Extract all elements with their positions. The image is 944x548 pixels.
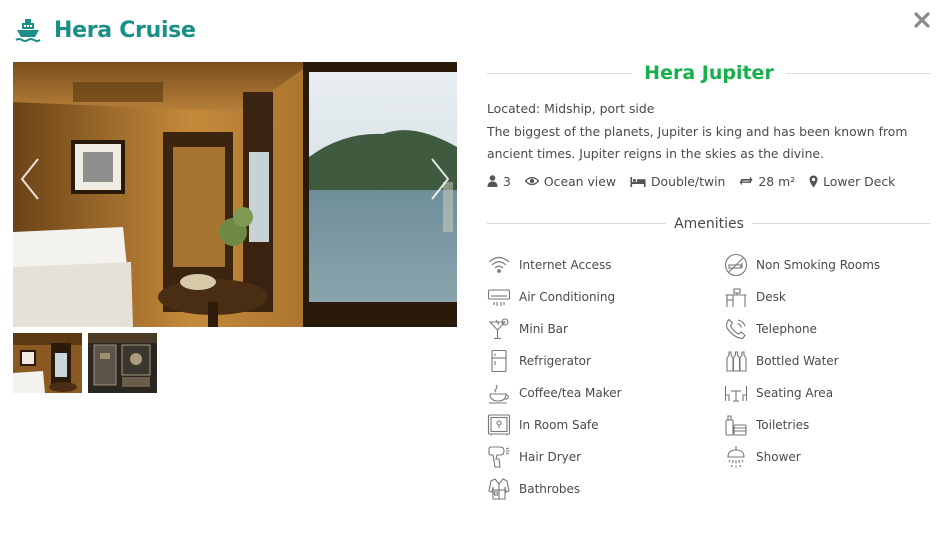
amenity-label: Mini Bar: [519, 321, 568, 336]
amenity-shower: Shower: [724, 441, 931, 473]
next-photo-arrow-icon[interactable]: [428, 157, 452, 201]
toiletries-icon: [725, 414, 747, 436]
thumbnail-1[interactable]: [13, 333, 82, 393]
amenity-label: Non Smoking Rooms: [756, 257, 881, 272]
spec-view: Ocean view: [524, 173, 616, 189]
air-conditioner-icon: [487, 288, 511, 306]
cruise-title: Hera Cruise: [54, 17, 196, 43]
amenity-toiletries: Toiletries: [724, 409, 931, 441]
cocktail-icon: [488, 317, 509, 339]
room-title: Hera Jupiter: [644, 62, 774, 84]
seating-area-icon: [724, 385, 748, 402]
map-marker-icon: [809, 175, 818, 187]
telephone-icon: [726, 318, 746, 339]
amenity-refrigerator: Refrigerator: [487, 345, 724, 377]
spec-occupancy: 3: [487, 174, 511, 189]
room-gallery: [13, 62, 457, 393]
amenity-bathrobes: Bathrobes: [487, 473, 724, 505]
refrigerator-icon: [491, 349, 507, 372]
spec-deck-value: Lower Deck: [823, 173, 896, 189]
spec-occupancy-value: 3: [503, 173, 511, 189]
amenity-label: Bottled Water: [756, 353, 839, 368]
safe-icon: [487, 413, 511, 435]
resize-arrows-icon: [739, 176, 753, 186]
amenity-seating-area: Seating Area: [724, 377, 931, 409]
amenity-label: Hair Dryer: [519, 449, 582, 464]
amenity-air-conditioning: Air Conditioning: [487, 281, 724, 313]
amenity-label: Shower: [756, 449, 801, 464]
bathrobe-icon: [488, 477, 510, 500]
amenity-label: Refrigerator: [519, 353, 591, 368]
spec-size: 28 m²: [739, 174, 795, 189]
amenity-hair-dryer: Hair Dryer: [487, 441, 724, 473]
thumbnail-2[interactable]: [88, 333, 157, 393]
room-title-row: Hera Jupiter: [487, 58, 931, 88]
amenities-title: Amenities: [674, 215, 744, 232]
amenity-label: Desk: [756, 289, 786, 304]
no-smoking-icon: [724, 253, 748, 276]
amenity-coffee-tea-maker: Coffee/tea Maker: [487, 377, 724, 409]
ship-icon: [15, 19, 41, 42]
amenity-label: Internet Access: [519, 257, 612, 272]
amenity-mini-bar: Mini Bar: [487, 313, 724, 345]
spec-bed-value: Double/twin: [651, 173, 726, 189]
amenity-bottled-water: Bottled Water: [724, 345, 931, 377]
thumbnail-strip: [13, 333, 457, 393]
close-icon[interactable]: [912, 10, 932, 30]
divider: [487, 72, 633, 74]
divider: [487, 223, 667, 224]
amenity-telephone: Telephone: [724, 313, 931, 345]
amenity-label: In Room Safe: [519, 417, 599, 432]
amenities-header: Amenities: [487, 213, 932, 235]
amenities-list: Internet Access Non Smoking Rooms Air Co…: [487, 249, 931, 505]
amenity-desk: Desk: [724, 281, 931, 313]
spec-deck: Lower Deck: [809, 174, 895, 189]
amenity-label: Toiletries: [756, 417, 810, 432]
hair-dryer-icon: [488, 445, 510, 468]
room-details: Hera Jupiter Located: Midship, port side…: [487, 58, 932, 505]
user-icon: [487, 175, 498, 187]
header: Hera Cruise: [14, 14, 196, 46]
eye-icon: [524, 176, 539, 186]
spec-size-value: 28 m²: [758, 173, 796, 189]
room-location: Located: Midship, port side: [487, 101, 655, 116]
amenity-label: Telephone: [756, 321, 817, 336]
room-specs: 3 Ocean view Double/twin 28 m² Lower Dec…: [487, 174, 931, 189]
shower-icon: [727, 445, 745, 467]
previous-photo-arrow-icon[interactable]: [18, 157, 42, 201]
desk-icon: [725, 287, 747, 307]
wifi-icon: [488, 256, 510, 273]
main-room-photo[interactable]: [13, 62, 457, 327]
amenity-non-smoking: Non Smoking Rooms: [724, 249, 931, 281]
room-description: The biggest of the planets, Jupiter is k…: [487, 123, 908, 162]
room-description-block: Located: Midship, port side The biggest …: [487, 98, 931, 166]
spec-bed: Double/twin: [630, 174, 725, 189]
divider: [751, 223, 932, 224]
divider: [785, 72, 931, 74]
amenity-label: Bathrobes: [519, 481, 581, 496]
coffee-cup-icon: [489, 384, 509, 404]
bed-icon: [630, 176, 646, 187]
spec-view-value: Ocean view: [543, 173, 616, 189]
amenity-label: Seating Area: [756, 385, 834, 400]
amenity-in-room-safe: In Room Safe: [487, 409, 724, 441]
amenity-label: Air Conditioning: [519, 289, 616, 304]
water-bottles-icon: [726, 350, 747, 372]
amenity-label: Coffee/tea Maker: [519, 385, 622, 400]
amenity-internet-access: Internet Access: [487, 249, 724, 281]
